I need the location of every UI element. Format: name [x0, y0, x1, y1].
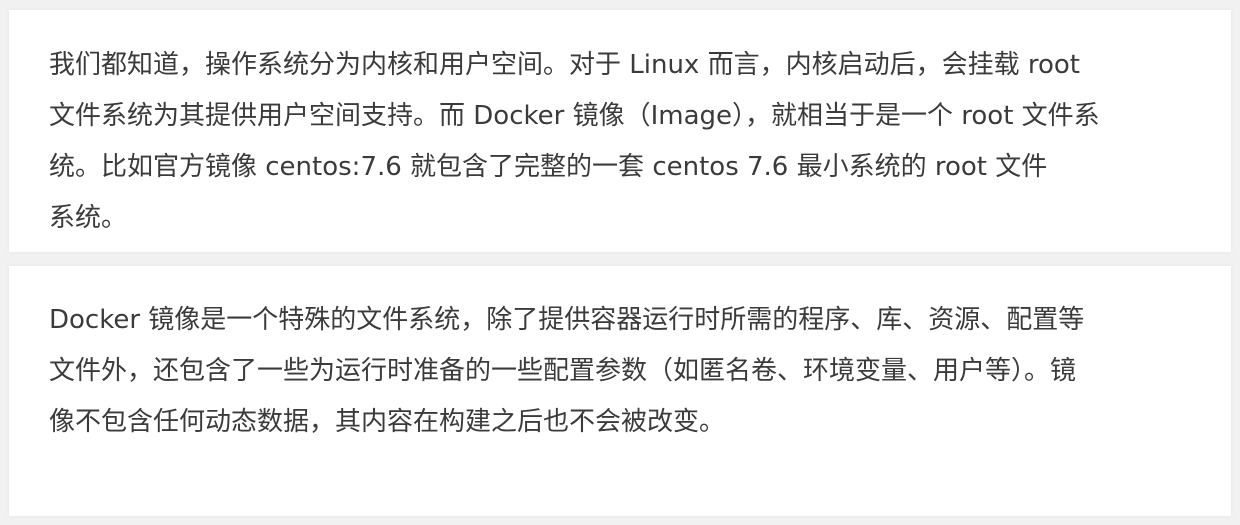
paragraph-line: 统。比如官方镜像 centos:7.6 就包含了完整的一套 centos 7.6… — [49, 152, 1048, 182]
text-card-1: 我们都知道，操作系统分为内核和用户空间。对于 Linux 而言，内核启动后，会挂… — [9, 10, 1231, 252]
paragraph-line: 文件系统为其提供用户空间支持。而 Docker 镜像（Image），就相当于是一… — [49, 101, 1100, 131]
paragraph-line: Docker 镜像是一个特殊的文件系统，除了提供容器运行时所需的程序、库、资源、… — [49, 305, 1085, 335]
paragraph-1: 我们都知道，操作系统分为内核和用户空间。对于 Linux 而言，内核启动后，会挂… — [49, 40, 1100, 244]
text-card-2: Docker 镜像是一个特殊的文件系统，除了提供容器运行时所需的程序、库、资源、… — [9, 266, 1231, 516]
paragraph-2: Docker 镜像是一个特殊的文件系统，除了提供容器运行时所需的程序、库、资源、… — [49, 295, 1084, 448]
paragraph-line: 我们都知道，操作系统分为内核和用户空间。对于 Linux 而言，内核启动后，会挂… — [49, 50, 1080, 80]
paragraph-line: 系统。 — [49, 203, 128, 233]
paragraph-line: 文件外，还包含了一些为运行时准备的一些配置参数（如匿名卷、环境变量、用户等）。镜 — [49, 356, 1077, 386]
paragraph-line: 像不包含任何动态数据，其内容在构建之后也不会被改变。 — [49, 407, 726, 437]
